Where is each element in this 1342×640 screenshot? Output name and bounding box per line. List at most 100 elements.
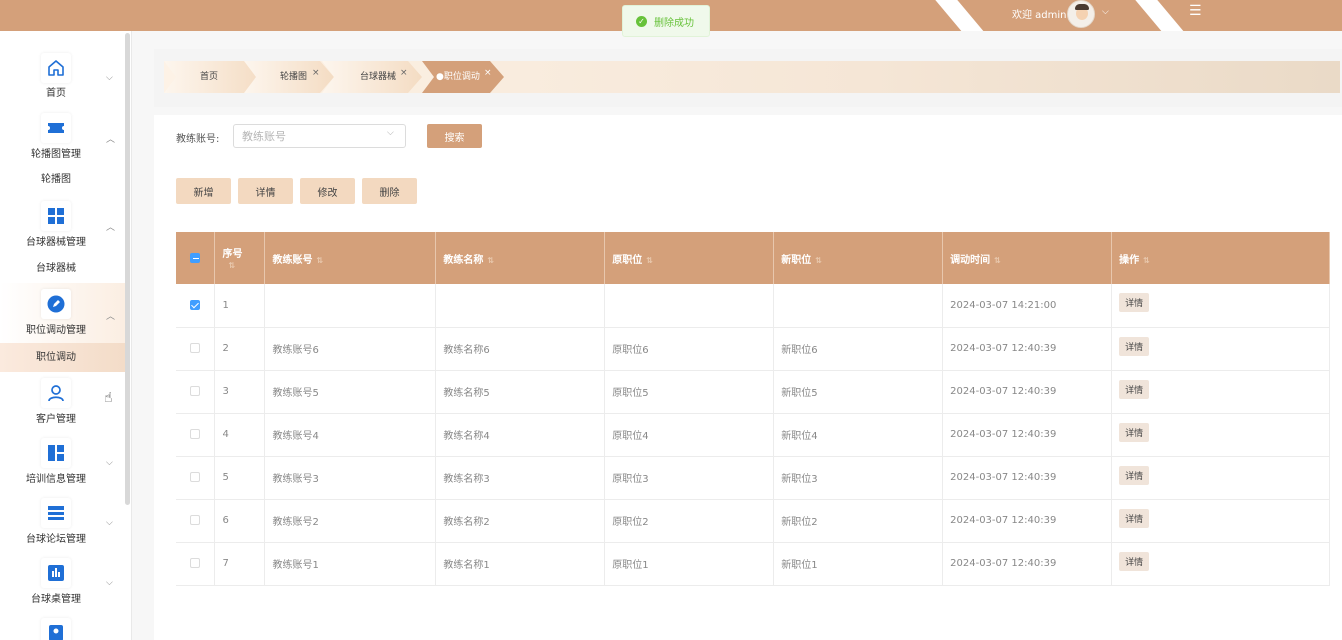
table-row[interactable]: 2 教练账号6 教练名称6 原职位6 新职位6 2024-03-07 12:40:39 详情 — [176, 327, 1330, 371]
chevron-down-icon: ⌵ — [106, 518, 113, 528]
select-cell — [176, 370, 216, 414]
sort-icon[interactable]: ⇅ — [487, 256, 494, 265]
cell-account: 教练账号1 — [264, 542, 437, 586]
chevron-down-icon[interactable]: ⌵ — [1102, 7, 1109, 17]
sidebar-scrollbar[interactable] — [125, 33, 130, 505]
add-button[interactable]: 新增 — [176, 178, 231, 204]
header-label: 原职位 — [612, 254, 643, 266]
sidebar-item-more[interactable] — [0, 612, 125, 640]
header-label: 调动时间 — [950, 254, 991, 266]
table-body: 1 2024-03-07 14:21:00 详情 2 教练账号6 教练名称6 原职位6 新职位… — [176, 284, 1330, 586]
row-detail-button[interactable]: 详情 — [1119, 551, 1150, 571]
row-detail-button[interactable]: 详情 — [1119, 465, 1150, 485]
sidebar-item-carousel[interactable]: 轮播图管理 ︿ — [0, 104, 125, 165]
cell-old-position: 原职位6 — [604, 327, 775, 371]
sidebar-item-equipment[interactable]: 台球器械管理 ︿ — [0, 194, 125, 254]
sidebar-item-tables[interactable]: 台球桌管理 ⌵ — [0, 552, 125, 612]
table-row[interactable]: 7 教练账号1 教练名称1 原职位1 新职位1 2024-03-07 12:40:39 详情 — [176, 542, 1330, 586]
row-checkbox[interactable] — [190, 299, 201, 310]
table-row[interactable]: 5 教练账号3 教练名称3 原职位3 新职位3 2024-03-07 12:40:39 详情 — [176, 456, 1330, 500]
sidebar-item-home[interactable]: 首页 ⌵ — [0, 31, 125, 104]
user-icon — [41, 378, 71, 408]
sidebar-item-label: 台球论坛管理 — [26, 534, 86, 545]
hamburger-icon[interactable]: ☰ — [1189, 3, 1202, 19]
breadcrumb-item-transfer[interactable]: ●职位调动 × — [422, 61, 504, 93]
row-checkbox[interactable] — [190, 515, 201, 525]
sort-icon[interactable]: ⇅ — [1143, 256, 1150, 265]
table-row[interactable]: 6 教练账号2 教练名称2 原职位2 新职位2 2024-03-07 12:40:39 详情 — [176, 499, 1330, 543]
cell-old-position — [604, 284, 775, 328]
header-name[interactable]: 教练名称 ⇅ — [435, 232, 606, 284]
edit-button[interactable]: 修改 — [300, 178, 355, 204]
cell-actions: 详情 — [1111, 327, 1330, 371]
chevron-down-icon[interactable]: ⌵ — [387, 128, 394, 138]
row-checkbox[interactable] — [190, 429, 201, 439]
sidebar-item-forum[interactable]: 台球论坛管理 ⌵ — [0, 492, 125, 552]
header-account[interactable]: 教练账号 ⇅ — [264, 232, 437, 284]
data-table: 序号 ⇅ 教练账号 ⇅ 教练名称 ⇅ 原职位 ⇅ 新职位 ⇅ 调动时间 ⇅ 操作 ⇅ 1 202… — [176, 232, 1330, 586]
header-old-position[interactable]: 原职位 ⇅ — [604, 232, 775, 284]
close-icon[interactable]: × — [312, 57, 320, 89]
row-checkbox[interactable] — [190, 472, 201, 482]
hand-cursor-icon: ☝ — [104, 390, 113, 406]
cell-account: 教练账号4 — [264, 413, 437, 457]
delete-button[interactable]: 删除 — [362, 178, 417, 204]
row-checkbox[interactable] — [190, 343, 201, 353]
row-detail-button[interactable]: 详情 — [1119, 508, 1150, 528]
sidebar-item-label: 职位调动管理 — [26, 325, 86, 336]
cell-old-position: 原职位1 — [604, 542, 775, 586]
row-detail-button[interactable]: 详情 — [1119, 293, 1150, 312]
list-icon — [41, 498, 71, 528]
contact-icon — [41, 618, 71, 640]
sort-icon[interactable]: ⇅ — [994, 256, 1001, 265]
row-detail-button[interactable]: 详情 — [1119, 379, 1150, 399]
row-detail-button[interactable]: 详情 — [1119, 422, 1150, 442]
sidebar-subitem-equipment[interactable]: 台球器械 — [0, 254, 125, 283]
grid-icon — [41, 201, 71, 231]
row-detail-button[interactable]: 详情 — [1119, 336, 1150, 356]
cell-new-position: 新职位6 — [773, 327, 944, 371]
search-input[interactable] — [233, 124, 406, 148]
table-row[interactable]: 1 2024-03-07 14:21:00 详情 — [176, 284, 1330, 328]
row-checkbox[interactable] — [190, 558, 201, 568]
cell-name: 教练名称5 — [435, 370, 606, 414]
cell-actions: 详情 — [1111, 413, 1330, 457]
header-label: 新职位 — [781, 254, 812, 266]
cell-actions: 详情 — [1111, 499, 1330, 543]
table-row[interactable]: 4 教练账号4 教练名称4 原职位4 新职位4 2024-03-07 12:40:39 详情 — [176, 413, 1330, 457]
sort-icon[interactable]: ⇅ — [646, 256, 653, 265]
avatar[interactable] — [1067, 0, 1095, 28]
cell-no: 7 — [214, 542, 266, 586]
breadcrumb-label: 首页 — [200, 72, 219, 82]
breadcrumb-item-equipment[interactable]: 台球器械 × — [322, 61, 422, 93]
decorative-stripe — [931, 0, 991, 31]
close-icon[interactable]: × — [400, 57, 408, 89]
cell-actions: 详情 — [1111, 284, 1330, 328]
table-row[interactable]: 3 教练账号5 教练名称5 原职位5 新职位5 2024-03-07 12:40:39 详情 — [176, 370, 1330, 414]
cell-no: 2 — [214, 327, 266, 371]
sidebar-item-training[interactable]: 培训信息管理 ⌵ — [0, 432, 125, 492]
header-time[interactable]: 调动时间 ⇅ — [942, 232, 1113, 284]
sort-icon[interactable]: ⇅ — [815, 256, 822, 265]
breadcrumb-label: 职位调动 — [443, 72, 480, 82]
close-icon[interactable]: × — [484, 57, 492, 89]
sort-icon[interactable]: ⇅ — [316, 256, 323, 265]
row-checkbox[interactable] — [190, 386, 201, 396]
cell-time: 2024-03-07 12:40:39 — [942, 370, 1113, 414]
select-all-checkbox[interactable] — [190, 252, 201, 263]
header-no[interactable]: 序号 ⇅ — [214, 232, 266, 284]
search-button[interactable]: 搜索 — [427, 124, 482, 148]
sidebar-subitem-carousel[interactable]: 轮播图 — [0, 165, 125, 194]
detail-button[interactable]: 详情 — [238, 178, 293, 204]
header-new-position[interactable]: 新职位 ⇅ — [773, 232, 944, 284]
sidebar-item-transfer[interactable]: 职位调动管理 ︿ — [0, 283, 125, 343]
cell-new-position: 新职位5 — [773, 370, 944, 414]
cell-new-position: 新职位4 — [773, 413, 944, 457]
breadcrumb-item-carousel[interactable]: 轮播图 × — [244, 61, 334, 93]
chevron-up-icon: ︿ — [106, 312, 116, 322]
cell-old-position: 原职位5 — [604, 370, 775, 414]
cell-account: 教练账号3 — [264, 456, 437, 500]
sort-icon[interactable]: ⇅ — [228, 261, 235, 270]
sidebar-subitem-transfer[interactable]: 职位调动 — [0, 343, 125, 372]
cell-actions: 详情 — [1111, 542, 1330, 586]
